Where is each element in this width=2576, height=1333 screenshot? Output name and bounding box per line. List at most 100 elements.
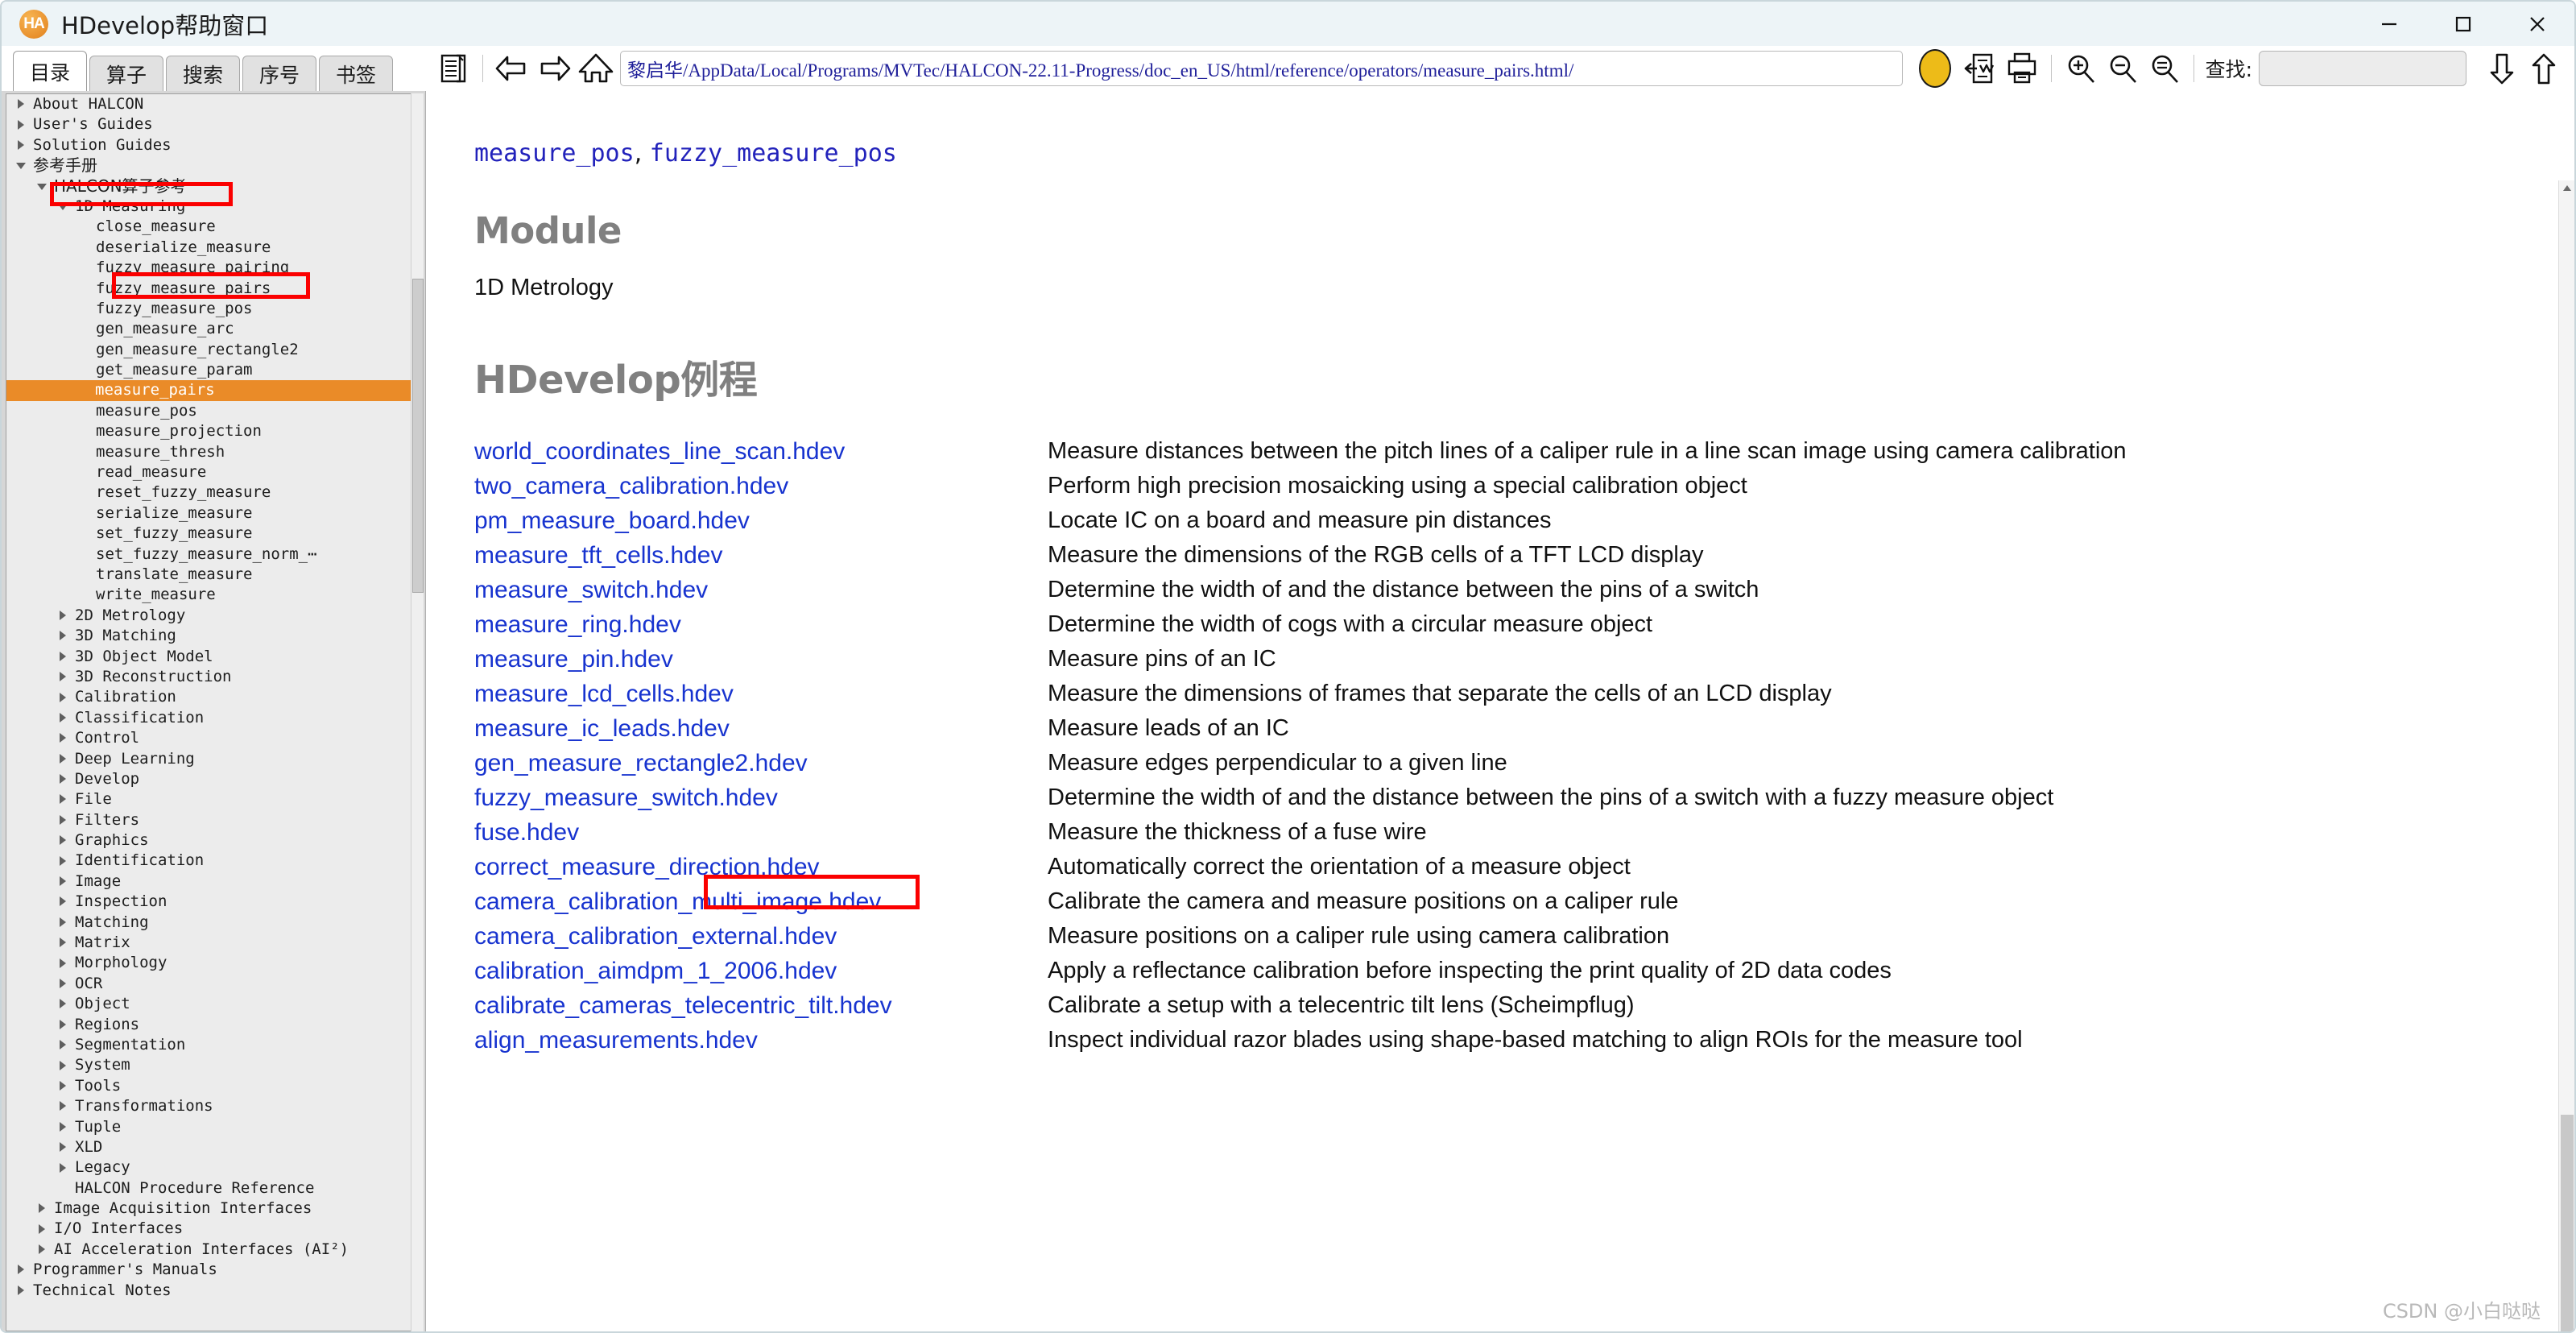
chevron-right-icon[interactable]	[58, 631, 68, 641]
chevron-right-icon[interactable]	[37, 1223, 48, 1235]
scroll-up-arrow-icon[interactable]	[2559, 180, 2574, 197]
tree-node[interactable]: Tools	[6, 1076, 421, 1096]
example-link[interactable]: fuse.hdev	[474, 819, 579, 847]
maximize-button[interactable]	[2426, 2, 2500, 46]
chevron-right-icon[interactable]	[58, 1080, 68, 1091]
tree-node[interactable]: System	[6, 1055, 421, 1075]
tree-node[interactable]: fuzzy_measure_pairs	[6, 279, 421, 299]
tree-node[interactable]: Regions	[6, 1015, 421, 1035]
minimize-button[interactable]	[2352, 2, 2426, 46]
chevron-right-icon[interactable]	[58, 999, 68, 1009]
tree-node[interactable]: close_measure	[6, 217, 421, 237]
example-link[interactable]: measure_switch.hdev	[474, 577, 708, 604]
example-link[interactable]: fuzzy_measure_switch.hdev	[474, 784, 778, 812]
content-scrollbar-thumb[interactable]	[2561, 1115, 2574, 1331]
print-icon[interactable]	[2001, 49, 2043, 88]
tree-node[interactable]: deserialize_measure	[6, 238, 421, 258]
tree-node[interactable]: write_measure	[6, 585, 421, 605]
chevron-right-icon[interactable]	[16, 139, 27, 151]
example-link[interactable]: measure_tft_cells.hdev	[474, 542, 723, 569]
tree-node[interactable]: measure_pairs	[6, 380, 421, 401]
document-panel-icon[interactable]	[432, 49, 474, 88]
sidebar-scrollbar-thumb[interactable]	[412, 279, 424, 593]
tree-node[interactable]: 3D Reconstruction	[6, 667, 421, 687]
chevron-right-icon[interactable]	[58, 794, 68, 805]
chevron-right-icon[interactable]	[58, 958, 68, 969]
tree-node[interactable]: Classification	[6, 708, 421, 728]
navigation-tree[interactable]: About HALCON User's Guides Solution Guides…	[6, 93, 422, 1331]
tree-node[interactable]: Technical Notes	[6, 1281, 421, 1301]
tree-node[interactable]: Matching	[6, 913, 421, 933]
chevron-right-icon[interactable]	[58, 672, 68, 682]
tree-node[interactable]: Segmentation	[6, 1035, 421, 1055]
tab-3[interactable]: 序号	[242, 56, 316, 91]
tab-2[interactable]: 搜索	[166, 56, 240, 91]
tree-node[interactable]: Morphology	[6, 953, 421, 973]
chevron-right-icon[interactable]	[37, 1203, 48, 1214]
tree-node[interactable]: Inspection	[6, 892, 421, 912]
tree-node[interactable]: Image Acquisition Interfaces	[6, 1198, 421, 1219]
chevron-right-icon[interactable]	[58, 978, 68, 989]
chevron-right-icon[interactable]	[58, 610, 68, 621]
example-link[interactable]: calibrate_cameras_telecentric_tilt.hdev	[474, 992, 892, 1020]
zoom-out-icon[interactable]	[2102, 49, 2144, 88]
tree-node[interactable]: Solution Guides	[6, 135, 421, 155]
chevron-right-icon[interactable]	[58, 938, 68, 948]
tree-node[interactable]: gen_measure_arc	[6, 319, 421, 339]
forward-arrow-icon[interactable]	[533, 49, 575, 88]
sidebar-scrollbar[interactable]	[411, 93, 424, 1331]
tree-node[interactable]: Control	[6, 728, 421, 748]
tree-node[interactable]: read_measure	[6, 462, 421, 482]
yellow-circle-icon[interactable]	[1918, 49, 1951, 88]
chevron-right-icon[interactable]	[58, 712, 68, 723]
tree-node[interactable]: fuzzy_measure_pos	[6, 299, 421, 319]
example-link[interactable]: camera_calibration_multi_image.hdev	[474, 888, 881, 916]
find-down-icon[interactable]	[2481, 49, 2523, 88]
tree-node[interactable]: measure_projection	[6, 421, 421, 441]
chevron-down-icon[interactable]	[16, 160, 27, 171]
chevron-right-icon[interactable]	[58, 876, 68, 887]
tree-node[interactable]: 2D Metrology	[6, 606, 421, 626]
chevron-down-icon[interactable]	[58, 201, 68, 212]
zoom-reset-icon[interactable]	[2144, 49, 2185, 88]
tree-node[interactable]: Object	[6, 994, 421, 1014]
example-link[interactable]: gen_measure_rectangle2.hdev	[474, 750, 808, 777]
find-up-icon[interactable]	[2523, 49, 2565, 88]
chevron-right-icon[interactable]	[58, 1162, 68, 1174]
find-input[interactable]	[2259, 51, 2466, 86]
tree-node[interactable]: Graphics	[6, 830, 421, 851]
chevron-right-icon[interactable]	[58, 1101, 68, 1112]
tree-node[interactable]: 参考手册	[6, 155, 421, 176]
chevron-right-icon[interactable]	[58, 692, 68, 703]
tree-node[interactable]: Matrix	[6, 933, 421, 953]
see-also-link-measure-pos[interactable]: measure_pos	[474, 139, 635, 168]
tree-node[interactable]: measure_pos	[6, 401, 421, 421]
chevron-right-icon[interactable]	[16, 1285, 27, 1296]
tree-node[interactable]: Image	[6, 871, 421, 892]
see-also-link-fuzzy-measure-pos[interactable]: fuzzy_measure_pos	[650, 139, 897, 168]
tree-node[interactable]: 3D Object Model	[6, 647, 421, 667]
example-link[interactable]: measure_pin.hdev	[474, 646, 673, 673]
tab-1[interactable]: 算子	[89, 56, 163, 91]
chevron-right-icon[interactable]	[58, 835, 68, 846]
tree-node[interactable]: reset_fuzzy_measure	[6, 482, 421, 503]
example-link[interactable]: pm_measure_board.hdev	[474, 507, 750, 535]
tree-node[interactable]: Develop	[6, 769, 421, 789]
tab-0[interactable]: 目录	[13, 51, 87, 91]
chevron-down-icon[interactable]	[37, 181, 48, 192]
tree-node[interactable]: Deep Learning	[6, 749, 421, 769]
chevron-right-icon[interactable]	[58, 651, 68, 662]
chevron-right-icon[interactable]	[16, 1265, 27, 1275]
tree-node[interactable]: About HALCON	[6, 94, 421, 114]
tree-node[interactable]: HALCON Procedure Reference	[6, 1178, 421, 1198]
tree-node[interactable]: gen_measure_rectangle2	[6, 340, 421, 360]
tree-node[interactable]: User's Guides	[6, 114, 421, 135]
tree-node[interactable]: Identification	[6, 851, 421, 871]
address-bar[interactable]: /黎启华/AppData/Local/Programs/MVTec/HALCON…	[620, 51, 1903, 86]
example-link[interactable]: calibration_aimdpm_1_2006.hdev	[474, 958, 837, 985]
tree-node[interactable]: HALCON算子参考	[6, 176, 421, 197]
tree-node[interactable]: fuzzy_measure_pairing	[6, 258, 421, 278]
chevron-right-icon[interactable]	[58, 733, 68, 743]
chevron-right-icon[interactable]	[58, 1121, 68, 1132]
tree-node[interactable]: 1D Measuring	[6, 197, 421, 217]
